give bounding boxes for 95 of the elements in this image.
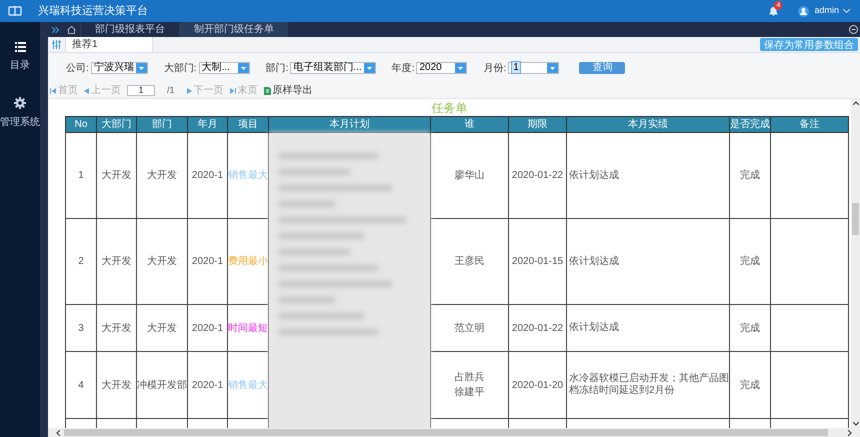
sliders-icon[interactable] xyxy=(52,40,61,49)
table-cell: 销售最大 xyxy=(228,352,268,418)
double-chevron-icon[interactable] xyxy=(52,26,59,32)
column-header: 备注 xyxy=(770,116,848,132)
user-avatar-icon[interactable] xyxy=(798,6,810,16)
scroll-up-icon[interactable] xyxy=(852,101,858,105)
scroll-down-icon[interactable] xyxy=(852,422,858,426)
scroll-right-icon[interactable] xyxy=(848,430,852,436)
app-title: 兴瑞科技运营决策平台 xyxy=(38,4,148,19)
table-cell-text: 王彦民 xyxy=(454,254,486,269)
page-total: /1 xyxy=(167,84,175,97)
dropdown-caret-icon xyxy=(550,66,556,70)
column-header: No xyxy=(66,116,96,132)
table-cell: 依计划达成 xyxy=(566,304,730,352)
table-cell: 3 xyxy=(66,304,96,352)
table-cell: 1 xyxy=(66,132,96,218)
column-header: 部门 xyxy=(136,116,188,132)
table-cell: 2020-01-20 xyxy=(508,352,566,418)
column-header: 是否完成 xyxy=(730,116,770,132)
filter-label: 部门: xyxy=(266,62,288,76)
column-header: 本月计划 xyxy=(268,116,430,132)
sidebar-item[interactable]: 目录 xyxy=(10,42,30,73)
table-cell: 大开发 xyxy=(136,304,188,352)
first-page-icon xyxy=(50,88,56,94)
dropdown-field[interactable]: 宁波兴瑞 xyxy=(90,62,148,74)
table-cell: 水冷器软模已启动开发；其他产品图档冻结时间延迟到2月份 xyxy=(566,352,730,418)
table-cell-text: 占胜兵 xyxy=(454,370,486,385)
table-cell: 2020-1 xyxy=(188,132,228,218)
chevron-down-icon[interactable] xyxy=(843,9,850,13)
dropdown-caret-icon xyxy=(458,66,464,70)
horizontal-scrollbar[interactable] xyxy=(48,428,860,437)
table-cell: 2020-1 xyxy=(188,218,228,304)
table-cell: 2020-01-15 xyxy=(508,218,566,304)
dropdown-caret-icon xyxy=(138,66,144,70)
table-cell: 2 xyxy=(66,218,96,304)
dropdown-caret-icon xyxy=(240,66,246,70)
column-header: 谁 xyxy=(430,116,508,132)
column-header: 本月实绩 xyxy=(566,116,730,132)
filter-label: 大部门: xyxy=(164,62,197,76)
table-cell: 依计划达成 xyxy=(566,218,730,304)
report-title: 任务单 xyxy=(430,100,468,116)
list-icon xyxy=(14,42,26,52)
table-cell: 费用最小 xyxy=(228,218,268,304)
filter-label: 年度: xyxy=(392,62,414,76)
table-cell-text: 廖华山 xyxy=(454,168,486,183)
table-cell: 2020-1 xyxy=(188,352,228,418)
dropdown-caret-icon xyxy=(366,66,372,70)
filter-label: 月份: xyxy=(483,62,506,76)
gear-icon xyxy=(14,97,26,109)
sidebar-item[interactable]: 管理系统 xyxy=(0,97,40,130)
table-cell: 完成 xyxy=(730,132,770,218)
table-cell: 2020-01-22 xyxy=(508,304,566,352)
dropdown-field[interactable]: 电子组装部门... xyxy=(290,62,376,74)
dropdown-field[interactable]: 大制... xyxy=(198,62,250,74)
parameter-tab[interactable]: 推荐1 xyxy=(65,37,153,52)
table-cell-text: 范立明 xyxy=(454,322,486,336)
last-page-icon xyxy=(230,88,236,94)
logo-icon xyxy=(8,6,22,16)
page-number-field[interactable]: 1 xyxy=(127,85,155,96)
table-cell: 大开发 xyxy=(136,218,188,304)
bell-icon[interactable] xyxy=(769,6,778,16)
spreadsheet-icon xyxy=(264,86,271,94)
table-cell: 时间最短 xyxy=(228,304,268,352)
tab[interactable]: 制开部门级任务单 xyxy=(179,22,288,37)
home-icon[interactable] xyxy=(67,26,76,34)
table-cell: 4 xyxy=(66,352,96,418)
table-cell: 大开发 xyxy=(136,132,188,218)
table-cell: 大开发 xyxy=(96,304,136,352)
scrollbar-thumb[interactable] xyxy=(852,202,859,234)
dropdown-field[interactable]: 1 xyxy=(508,62,560,74)
table-cell: 依计划达成 xyxy=(566,132,730,218)
dropdown-field[interactable]: 2020 xyxy=(416,62,468,74)
user-name[interactable]: admin xyxy=(814,4,839,18)
column-header: 年月 xyxy=(188,116,228,132)
table-cell-text: 徐建平 xyxy=(454,386,486,400)
table-cell: 2020-1 xyxy=(188,304,228,352)
scroll-left-icon[interactable] xyxy=(56,430,60,436)
column-header: 期限 xyxy=(508,116,566,132)
export-button[interactable]: 原样导出 xyxy=(264,83,313,98)
scrollbar-thumb[interactable] xyxy=(64,429,828,436)
table-cell: 完成 xyxy=(730,304,770,352)
table-cell: 完成 xyxy=(730,352,770,418)
filter-label: 公司: xyxy=(66,62,89,76)
table-cell: 大开发 xyxy=(96,218,136,304)
triangle-left-icon xyxy=(84,88,89,94)
vertical-scrollbar[interactable] xyxy=(851,99,860,428)
collapse-icon[interactable] xyxy=(849,25,858,34)
column-header: 大部门 xyxy=(96,116,136,132)
column-header: 项目 xyxy=(228,116,268,132)
table-cell: 大开发 xyxy=(96,132,136,218)
table-cell: 冲模开发部 xyxy=(136,352,188,418)
table-cell: 大开发 xyxy=(96,352,136,418)
triangle-right-icon xyxy=(186,88,192,94)
table-cell: 2020-01-22 xyxy=(508,132,566,218)
table-cell: 完成 xyxy=(730,218,770,304)
